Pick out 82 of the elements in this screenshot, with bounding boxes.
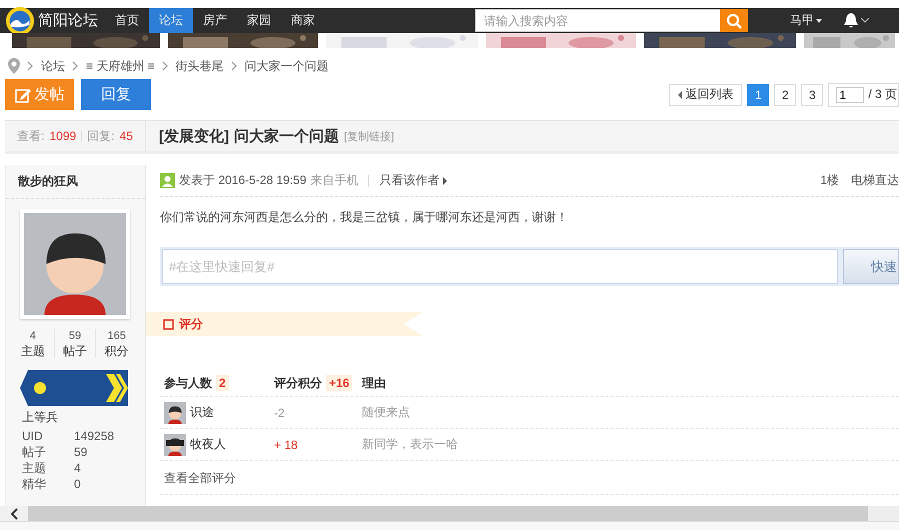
author-name[interactable]: 散步的狂风 [6, 165, 145, 199]
page-total: / 3 页 [868, 86, 897, 103]
floor-number: 1楼 [820, 172, 839, 189]
search-field[interactable]: 请输入搜索内容 [475, 9, 720, 32]
column-header: 参与人数 [164, 374, 212, 392]
nav-tab[interactable]: 房产 [193, 8, 237, 33]
count-value: 4 [28, 329, 37, 343]
post-text: 你们常说的河东河西是怎么分的，我是三岔镇，属于哪河东还是河西，谢谢！ [160, 209, 569, 225]
only-author-link[interactable]: 只看该作者 [379, 172, 440, 189]
participants-count: 2 [216, 375, 229, 391]
search-icon [726, 12, 742, 28]
chevron-icon [72, 61, 79, 71]
reply-button[interactable]: 回复 [81, 79, 151, 110]
user-avatar [164, 434, 186, 456]
chevron-icon [162, 61, 169, 71]
page-button[interactable]: 3 [801, 84, 824, 106]
thread-title: 问大家一个问题 [234, 126, 339, 146]
author-avatar[interactable] [20, 209, 130, 319]
replies-label: 回复: [87, 128, 115, 144]
logo-icon [5, 6, 35, 36]
search-button[interactable] [720, 9, 748, 32]
column-header: 评分积分 [274, 374, 322, 392]
info-label: 精华 [22, 477, 47, 492]
scroll-left-icon [10, 508, 18, 520]
rating-score: -2 [274, 406, 286, 420]
location-icon [8, 58, 20, 74]
page-button[interactable]: 2 [774, 84, 796, 106]
rank-title: 上等兵 [22, 410, 59, 425]
info-label: 主题 [22, 461, 47, 476]
chevron-icon [861, 18, 869, 23]
edit-icon [14, 86, 30, 102]
rating-reason: 随便来点 [362, 404, 411, 421]
info-value: 0 [74, 477, 82, 492]
nav-tab[interactable]: 商家 [281, 8, 325, 33]
scrollbar-thumb[interactable] [28, 506, 868, 521]
count-value: 165 [106, 329, 127, 343]
nav-tab[interactable]: 论坛 [149, 8, 193, 33]
info-value: 149258 [74, 429, 116, 444]
breadcrumb-link[interactable]: 论坛 [41, 58, 65, 74]
views-count: 1099 [49, 129, 76, 143]
rater-name[interactable]: 识途 [190, 404, 214, 421]
replies-count: 45 [120, 129, 133, 143]
rating-score: + 18 [274, 438, 299, 452]
breadcrumb-link[interactable]: ≡ 天府雄州 ≡ [86, 58, 155, 74]
views-label: 查看: [17, 128, 44, 144]
back-to-list-button[interactable]: 返回列表 [669, 84, 742, 106]
column-header: 理由 [362, 374, 386, 392]
triangle-icon [678, 90, 682, 98]
square-icon [163, 318, 174, 330]
breadcrumb-link[interactable]: 问大家一个问题 [244, 58, 329, 74]
bell-icon [844, 12, 858, 29]
user-menu[interactable]: 马甲 [790, 12, 814, 29]
nav-tab[interactable]: 家园 [237, 8, 281, 33]
site-name[interactable]: 简阳论坛 [38, 11, 98, 30]
post-time: 发表于 2016-5-28 19:59 [179, 172, 306, 189]
info-label: UID [22, 429, 44, 444]
user-icon [160, 173, 175, 188]
info-label: 帖子 [22, 445, 47, 460]
quick-reply-field[interactable]: #在这里快速回复# [162, 249, 838, 284]
count-label: 主题 [20, 344, 46, 358]
caret-icon [816, 18, 822, 22]
view-all-ratings-link[interactable]: 查看全部评分 [164, 471, 236, 485]
page-input[interactable]: 1 [836, 86, 864, 102]
rater-name[interactable]: 牧夜人 [190, 436, 226, 453]
thread-category[interactable]: [发展变化] [159, 126, 229, 146]
score-total: +16 [326, 375, 352, 391]
nav-tab[interactable]: 首页 [105, 8, 149, 33]
chevron-icon [230, 61, 238, 71]
triangle-icon [443, 176, 448, 184]
count-label: 积分 [104, 344, 130, 358]
user-avatar [164, 402, 186, 424]
breadcrumb-link[interactable]: 街头巷尾 [176, 58, 224, 74]
info-value: 4 [74, 461, 82, 476]
count-label: 帖子 [62, 344, 88, 358]
count-value: 59 [68, 329, 82, 343]
post-source: 来自手机 [310, 172, 358, 189]
rating-reason: 新同学，表示一哈 [362, 436, 459, 453]
chevron-icon [27, 61, 34, 71]
info-value: 59 [74, 445, 88, 460]
quick-reply-button[interactable]: 快速 [843, 249, 899, 284]
jump-link[interactable]: 电梯直达 [851, 172, 899, 189]
rating-title: 评分 [179, 316, 203, 332]
